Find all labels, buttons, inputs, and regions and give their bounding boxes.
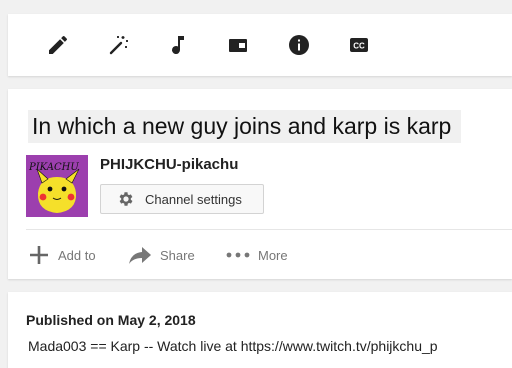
share-arrow-icon (128, 245, 152, 265)
more-button[interactable]: More (226, 243, 288, 267)
video-info-card: In which a new guy joins and karp is kar… (8, 89, 512, 279)
more-dots-icon (226, 251, 250, 259)
card-icon (229, 39, 247, 52)
channel-avatar[interactable]: PIKACHU (26, 155, 88, 217)
studio-toolbar: CC (8, 14, 512, 76)
description-card: Published on May 2, 2018 Mada003 == Karp… (8, 292, 512, 368)
pikachu-drawing: PIKACHU (26, 155, 88, 217)
publish-date: Published on May 2, 2018 (26, 312, 196, 328)
audio-tool-button[interactable] (162, 14, 194, 76)
info-icon (289, 35, 309, 55)
add-to-button[interactable]: Add to (28, 243, 96, 267)
subtitles-tool-button[interactable]: CC (343, 14, 375, 76)
avatar-text: PIKACHU (28, 162, 79, 173)
music-note-icon (172, 36, 184, 55)
video-title: In which a new guy joins and karp is kar… (28, 110, 462, 143)
plus-icon (28, 244, 50, 266)
channel-settings-button[interactable]: Channel settings (100, 184, 264, 214)
edit-tool-button[interactable] (42, 14, 74, 76)
add-to-label: Add to (58, 247, 96, 263)
cc-label: CC (353, 42, 365, 51)
channel-name[interactable]: PHIJKCHU-pikachu (100, 156, 238, 173)
pencil-icon (49, 35, 68, 54)
channel-settings-label: Channel settings (145, 191, 242, 207)
end-screen-tool-button[interactable] (222, 14, 254, 76)
share-label: Share (160, 247, 195, 263)
info-tool-button[interactable] (283, 14, 315, 76)
share-button[interactable]: Share (128, 243, 195, 267)
divider (26, 229, 512, 230)
more-label: More (258, 247, 288, 263)
description-text: Mada003 == Karp -- Watch live at https:/… (28, 338, 438, 354)
magic-wand-icon (109, 36, 128, 55)
closed-captions-icon: CC (350, 38, 368, 52)
gear-icon (117, 190, 135, 208)
enhancements-tool-button[interactable] (103, 14, 135, 76)
